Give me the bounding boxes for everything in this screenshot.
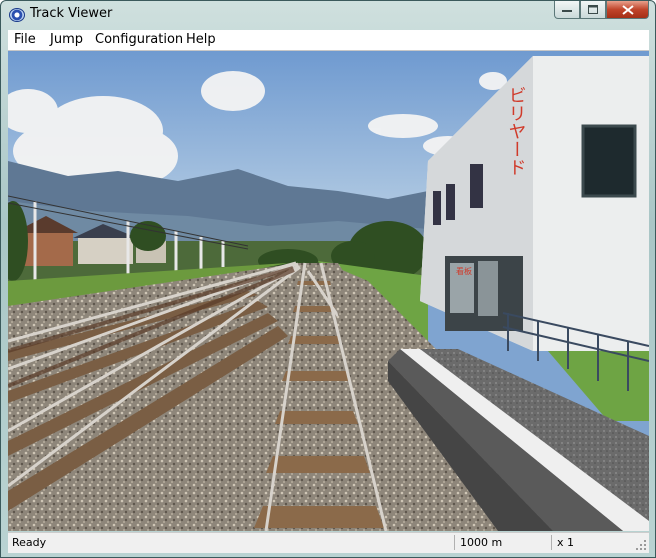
scene-render: ビリヤード 看板 xyxy=(8,51,649,531)
status-separator xyxy=(454,535,455,550)
svg-text:看板: 看板 xyxy=(456,266,472,276)
speed-readout: x 1 xyxy=(557,536,575,549)
minimize-button[interactable] xyxy=(554,1,580,19)
status-separator xyxy=(551,535,552,550)
minimize-icon xyxy=(562,9,572,12)
menu-help[interactable]: Help xyxy=(186,32,216,47)
track-3d-view[interactable]: ビリヤード 看板 xyxy=(8,51,649,531)
menu-jump[interactable]: Jump xyxy=(50,32,83,47)
menu-file[interactable]: File xyxy=(14,32,36,47)
eye-icon xyxy=(9,8,25,22)
track-viewer-window: Track Viewer File Jump Configuration Hel… xyxy=(0,0,656,558)
close-icon xyxy=(621,4,634,15)
close-button[interactable] xyxy=(606,1,649,19)
window-title: Track Viewer xyxy=(30,6,113,21)
maximize-button[interactable] xyxy=(580,1,606,19)
title-bar[interactable]: Track Viewer xyxy=(1,1,655,29)
menu-bar: File Jump Configuration Help xyxy=(8,30,649,51)
menu-configuration[interactable]: Configuration xyxy=(95,32,183,47)
resize-grip-icon[interactable] xyxy=(635,539,647,551)
status-text: Ready xyxy=(12,536,47,549)
distance-readout: 1000 m xyxy=(460,536,503,549)
status-bar: Ready 1000 m x 1 xyxy=(8,532,649,553)
building-sign: ビリヤード xyxy=(506,86,527,176)
maximize-icon xyxy=(588,5,598,14)
caption-buttons xyxy=(554,1,649,21)
